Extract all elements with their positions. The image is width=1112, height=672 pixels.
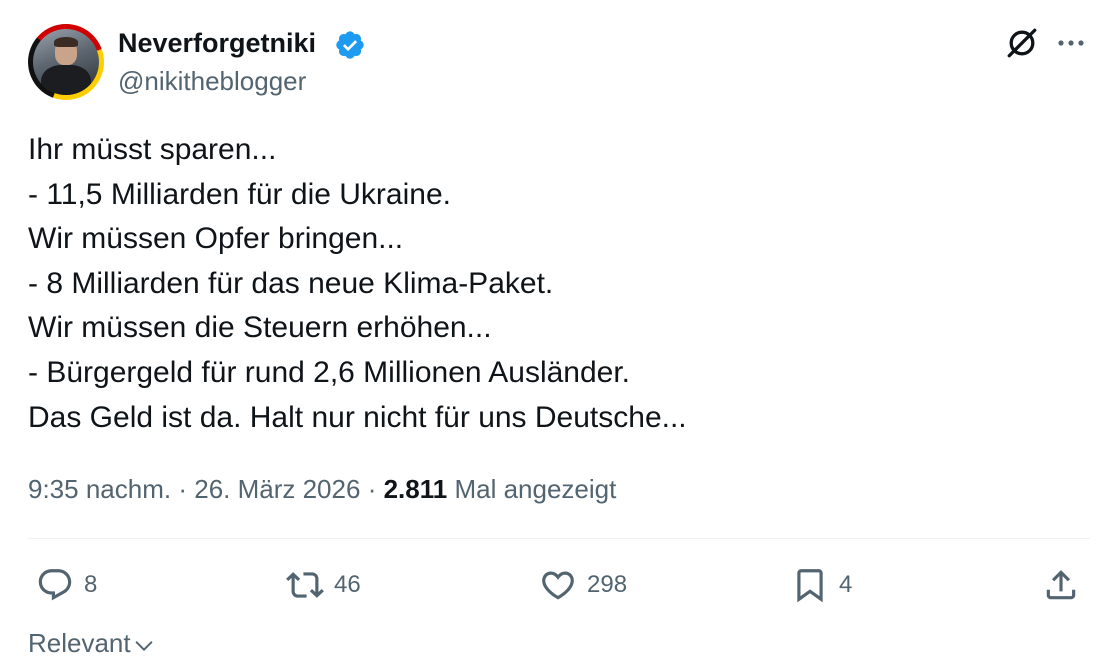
reply-count: 8: [84, 571, 98, 598]
tweet-text-line: Ihr müsst sparen...: [28, 133, 277, 166]
tweet-text-line: - Bürgergeld für rund 2,6 Millionen Ausl…: [28, 355, 631, 389]
tweet-card: Neverforgetniki @nikitheblogger Ihr müss…: [0, 0, 1112, 672]
verified-badge-icon[interactable]: [334, 29, 366, 61]
avatar-photo: [33, 29, 99, 95]
reply-button[interactable]: 8: [36, 563, 97, 607]
tweet-text-line: - 11,5 Milliarden für die Ukraine.: [28, 177, 451, 211]
tweet-text-line: Das Geld ist da. Halt nur nicht für uns …: [28, 400, 687, 434]
sort-label: Relevant: [28, 628, 131, 658]
views-count[interactable]: 2.811: [384, 474, 448, 504]
meta-separator: ·: [367, 474, 377, 504]
like-button[interactable]: 298: [539, 563, 627, 607]
chevron-down-icon: [135, 640, 152, 651]
retweet-button[interactable]: 46: [286, 563, 361, 607]
more-icon[interactable]: [1054, 28, 1088, 58]
tweet-text-line: - 8 Milliarden für das neue Klima-Paket.: [28, 266, 554, 300]
retweet-icon: [286, 572, 324, 598]
author-display-name[interactable]: Neverforgetniki: [118, 28, 316, 59]
meta-separator: ·: [178, 474, 187, 504]
tweet-text: Ihr müsst sparen... - 11,5 Milliarden fü…: [28, 128, 1078, 440]
author-handle[interactable]: @nikitheblogger: [118, 66, 306, 97]
retweet-count: 46: [334, 571, 361, 598]
share-button[interactable]: [1042, 563, 1080, 607]
avatar[interactable]: [28, 24, 104, 100]
tweet-date[interactable]: 26. März 2026: [194, 474, 360, 504]
avatar-hair: [54, 37, 78, 47]
grok-icon[interactable]: [1004, 25, 1040, 61]
reply-icon: [38, 569, 72, 601]
bookmark-button[interactable]: 4: [791, 563, 852, 607]
tweet-text-line: Wir müssen Opfer bringen...: [28, 222, 404, 256]
tweet-time[interactable]: 9:35 nachm.: [28, 474, 171, 504]
avatar-body: [41, 65, 91, 95]
bookmark-icon: [797, 569, 823, 603]
bookmark-count: 4: [839, 571, 853, 598]
divider: [28, 538, 1090, 539]
like-icon: [542, 571, 574, 600]
share-icon: [1046, 570, 1076, 600]
like-count: 298: [587, 571, 628, 598]
tweet-text-line: Wir müssen die Steuern erhöhen...: [28, 311, 492, 345]
tweet-meta: 9:35 nachm. · 26. März 2026 · 2.811 Mal …: [28, 474, 616, 505]
views-label: Mal angezeigt: [454, 474, 617, 504]
sort-relevant-dropdown[interactable]: Relevant: [28, 628, 155, 659]
